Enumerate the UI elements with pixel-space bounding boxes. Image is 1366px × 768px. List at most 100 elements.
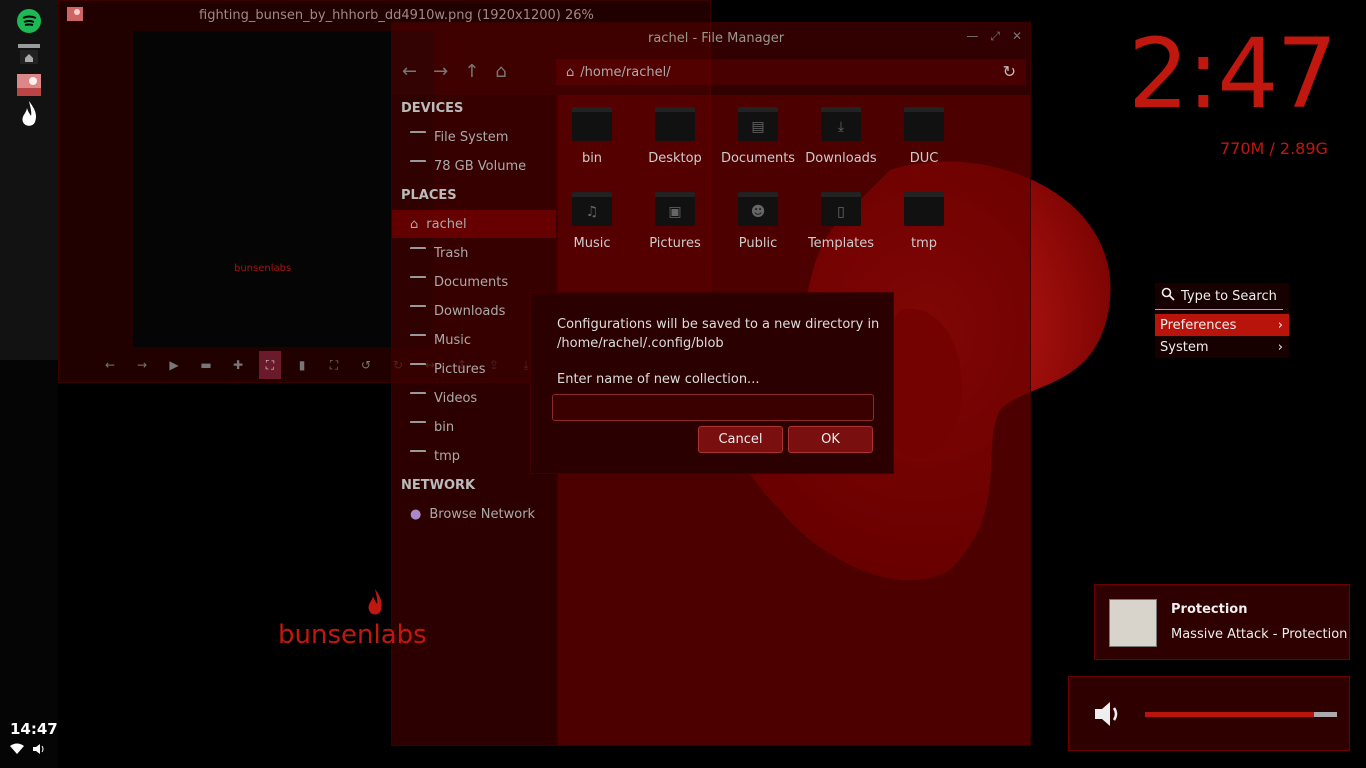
folder-pictures-icon: ▣: [655, 192, 695, 226]
folder-item[interactable]: Desktop: [635, 107, 715, 166]
menu-item-system[interactable]: System ›: [1155, 336, 1289, 358]
desktop-clock: 2:47: [1128, 18, 1338, 130]
folder-icon: [410, 334, 426, 346]
devices-header: DEVICES: [401, 101, 464, 116]
folder-public-icon: ☻: [738, 192, 778, 226]
folder-icon: [410, 421, 426, 433]
panel-clock[interactable]: 14:47: [10, 720, 58, 738]
zoom-in-icon[interactable]: ✚: [227, 351, 249, 379]
new-collection-dialog[interactable]: Configurations will be saved to a new di…: [530, 292, 894, 474]
bunsenlabs-flame-icon[interactable]: [16, 100, 42, 126]
spotify-icon[interactable]: [16, 8, 42, 34]
back-arrow-icon[interactable]: ←: [99, 351, 121, 379]
notification-title: Protection: [1171, 602, 1248, 617]
folder-icon: [410, 392, 426, 404]
folder-icon: [410, 276, 426, 288]
places-header: PLACES: [401, 188, 457, 203]
forward-arrow-icon[interactable]: →: [433, 61, 448, 82]
location-path: /home/rachel/: [580, 64, 671, 80]
folder-icon: [655, 107, 695, 141]
search-icon: [1161, 287, 1175, 305]
network-globe-icon: ●: [410, 506, 422, 522]
home-icon[interactable]: ⌂: [495, 61, 506, 82]
window-controls: — ⤢ ✕: [966, 29, 1022, 44]
actual-size-icon[interactable]: ▮: [291, 351, 313, 379]
fit-window-icon[interactable]: ⛶: [259, 351, 281, 379]
close-icon[interactable]: ✕: [1012, 29, 1022, 44]
reload-icon[interactable]: ↻: [1003, 62, 1016, 81]
sidebar-item-rachel[interactable]: ⌂ rachel: [392, 210, 556, 238]
folder-icon: [410, 363, 426, 375]
bunsenlabs-logo: bunsenlabs: [278, 620, 427, 650]
volume-level: [1145, 712, 1314, 717]
fm-navigation: ← → ↑ ⌂: [402, 61, 507, 82]
viewer-title: fighting_bunsen_by_hhhorb_dd4910w.png (1…: [199, 8, 594, 23]
menu-search[interactable]: Type to Search: [1155, 283, 1283, 310]
maximize-icon[interactable]: ⤢: [990, 29, 1000, 44]
music-notification[interactable]: Protection Massive Attack - Protection: [1094, 584, 1350, 660]
folder-item[interactable]: ☻ Public: [718, 192, 798, 251]
sidebar-item-volume[interactable]: 78 GB Volume: [392, 152, 556, 180]
folder-item[interactable]: bin: [552, 107, 632, 166]
home-icon: ⌂: [410, 216, 419, 232]
sidebar-item-browse-network[interactable]: ● Browse Network: [392, 500, 556, 528]
network-header: NETWORK: [401, 478, 476, 493]
folder-downloads-icon: ⤓: [821, 107, 861, 141]
menu-search-placeholder: Type to Search: [1181, 288, 1277, 304]
root-menu: Type to Search Preferences › System ›: [1155, 283, 1289, 358]
drive-icon: [410, 160, 426, 172]
album-art: [1109, 599, 1157, 647]
chevron-right-icon: ›: [1277, 317, 1283, 333]
zoom-out-icon[interactable]: ▬: [195, 351, 217, 379]
folder-icon: [904, 107, 944, 141]
folder-music-icon: ♫: [572, 192, 612, 226]
folder-item[interactable]: tmp: [884, 192, 964, 251]
folder-item[interactable]: DUC: [884, 107, 964, 166]
location-bar[interactable]: ⌂ /home/rachel/ ↻: [556, 59, 1026, 85]
memory-usage: 770M / 2.89G: [1220, 139, 1328, 158]
wifi-icon[interactable]: [10, 743, 24, 759]
collection-name-input[interactable]: [552, 394, 874, 421]
folder-item[interactable]: ⤓ Downloads: [801, 107, 881, 166]
viewer-logo: bunsenlabs: [234, 263, 292, 274]
volume-icon[interactable]: [32, 743, 46, 759]
sidebar-item-trash[interactable]: Trash: [392, 239, 556, 267]
viewer-canvas[interactable]: bunsenlabs: [133, 31, 433, 347]
folder-item[interactable]: ▯ Templates: [801, 192, 881, 251]
bunsenlabs-flame-icon: [366, 588, 384, 622]
fullscreen-icon[interactable]: ⛶: [323, 351, 345, 379]
sidebar-item-file-system[interactable]: File System: [392, 123, 556, 151]
folder-icon: [904, 192, 944, 226]
volume-slider[interactable]: [1145, 712, 1337, 717]
system-tray: [10, 743, 46, 759]
side-panel: 14:47: [0, 0, 58, 768]
chevron-right-icon: ›: [1277, 339, 1283, 355]
forward-arrow-icon[interactable]: →: [131, 351, 153, 379]
volume-osd: [1068, 676, 1350, 751]
notification-body: Massive Attack - Protection: [1171, 627, 1348, 642]
folder-item[interactable]: ▤ Documents: [718, 107, 798, 166]
back-arrow-icon[interactable]: ←: [402, 61, 417, 82]
menu-item-preferences[interactable]: Preferences ›: [1155, 314, 1289, 336]
play-icon[interactable]: ▶: [163, 351, 185, 379]
folder-item[interactable]: ♫ Music: [552, 192, 632, 251]
folder-icon: [410, 305, 426, 317]
folder-templates-icon: ▯: [821, 192, 861, 226]
minimize-icon[interactable]: —: [966, 29, 978, 44]
dialog-prompt: Enter name of new collection...: [557, 372, 760, 387]
folder-documents-icon: ▤: [738, 107, 778, 141]
ok-button[interactable]: OK: [788, 426, 873, 453]
drive-icon: [410, 131, 426, 143]
cancel-button[interactable]: Cancel: [698, 426, 783, 453]
trash-icon: [410, 247, 426, 259]
rotate-left-icon[interactable]: ↺: [355, 351, 377, 379]
up-arrow-icon[interactable]: ↑: [464, 61, 479, 82]
image-viewer-icon: [67, 7, 83, 25]
image-viewer-icon[interactable]: [16, 72, 42, 98]
launcher-area: [0, 0, 58, 360]
file-manager-icon[interactable]: [16, 42, 42, 68]
fm-title: rachel - File Manager: [648, 31, 785, 46]
folder-icon: [572, 107, 612, 141]
speaker-icon: [1091, 697, 1125, 731]
folder-item[interactable]: ▣ Pictures: [635, 192, 715, 251]
